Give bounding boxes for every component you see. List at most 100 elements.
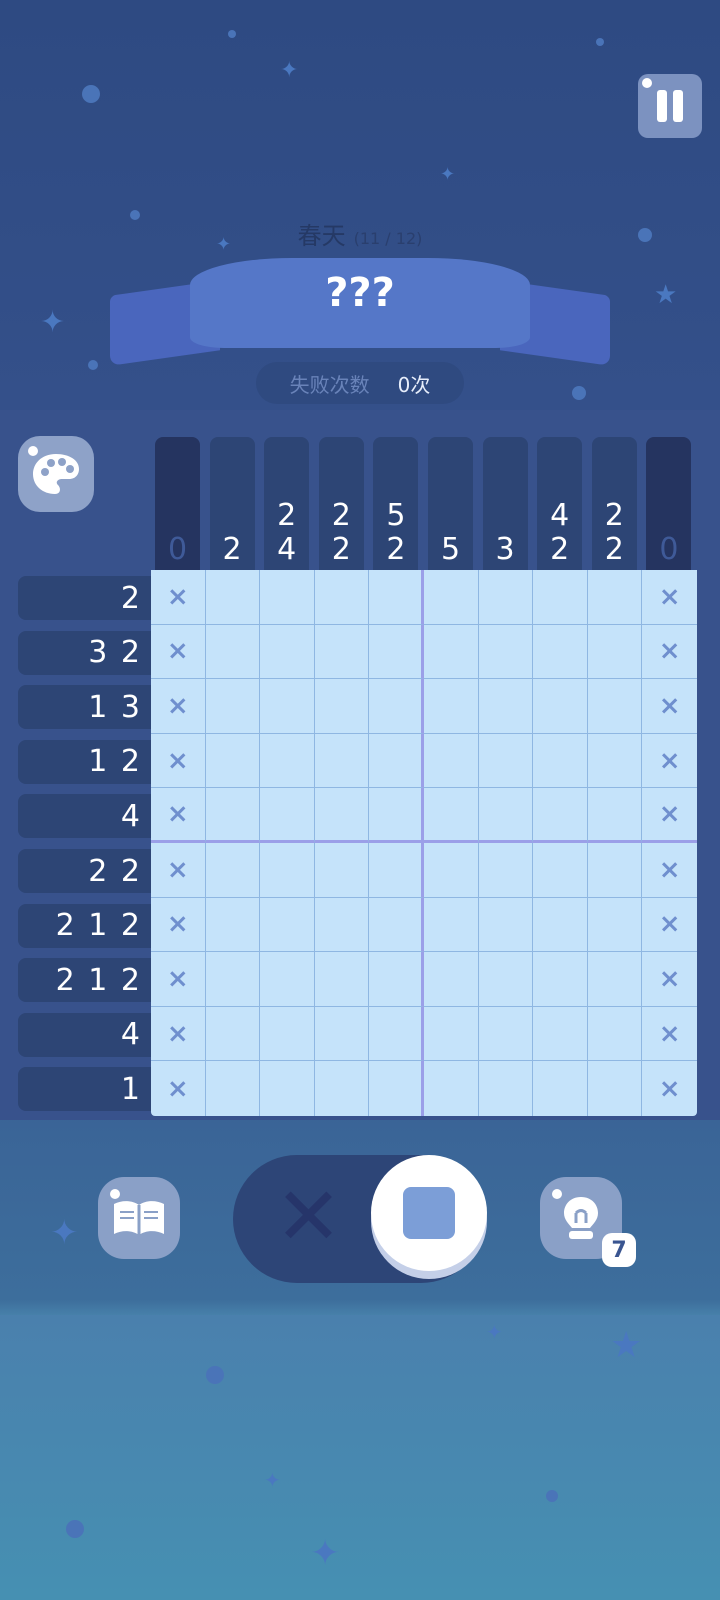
grid-cell[interactable] — [423, 733, 479, 789]
grid-cell[interactable] — [533, 788, 588, 843]
grid-cell[interactable] — [478, 842, 534, 898]
grid-cell[interactable] — [260, 624, 315, 680]
grid-cell[interactable] — [587, 1006, 643, 1062]
grid-cell[interactable] — [260, 679, 315, 734]
grid-cell[interactable] — [260, 1006, 315, 1062]
grid-cell[interactable] — [478, 679, 534, 734]
grid-cell[interactable] — [587, 624, 643, 680]
grid-cell[interactable] — [205, 952, 261, 1007]
grid-cell[interactable] — [533, 733, 588, 789]
grid-cell[interactable]: × — [151, 1061, 206, 1116]
grid-cell[interactable] — [533, 679, 588, 734]
grid-cell[interactable] — [314, 570, 370, 625]
grid-cell[interactable] — [478, 1006, 534, 1062]
grid-cell[interactable]: × — [151, 842, 206, 898]
grid-cell[interactable] — [423, 842, 479, 898]
grid-cell[interactable] — [314, 679, 370, 734]
grid-cell[interactable] — [478, 570, 534, 625]
grid-cell[interactable]: × — [642, 625, 697, 680]
grid-cell[interactable] — [206, 1061, 261, 1116]
fill-mode-knob[interactable] — [371, 1155, 487, 1271]
grid-cell[interactable]: × — [642, 1061, 697, 1116]
grid-cell[interactable] — [533, 1006, 588, 1062]
grid-cell[interactable] — [479, 1061, 534, 1116]
grid-cell[interactable]: × — [642, 843, 697, 898]
grid-cell[interactable] — [369, 788, 424, 843]
grid-cell[interactable] — [369, 679, 424, 734]
grid-cell[interactable] — [587, 897, 643, 953]
grid-cell[interactable] — [314, 733, 370, 789]
grid-cell[interactable] — [423, 897, 479, 953]
grid-cell[interactable]: × — [642, 898, 697, 953]
grid-cell[interactable] — [423, 788, 479, 843]
grid-cell[interactable] — [205, 842, 261, 898]
grid-cell[interactable] — [314, 788, 370, 843]
grid-cell[interactable]: × — [151, 788, 206, 843]
grid-cell[interactable] — [260, 897, 315, 953]
grid-cell[interactable] — [260, 733, 315, 789]
mode-toggle[interactable]: ✕ — [233, 1155, 487, 1283]
grid-cell[interactable] — [369, 624, 424, 680]
grid-cell[interactable] — [423, 570, 479, 625]
grid-cell[interactable] — [314, 1006, 370, 1062]
grid-cell[interactable]: × — [642, 734, 697, 789]
grid-cell[interactable] — [587, 679, 643, 734]
grid-cell[interactable]: × — [151, 952, 206, 1007]
palette-button[interactable] — [18, 436, 94, 512]
grid-cell[interactable] — [423, 624, 479, 680]
grid-cell[interactable] — [588, 1061, 643, 1116]
grid-cell[interactable] — [424, 1061, 479, 1116]
grid-cell[interactable]: × — [642, 1007, 697, 1062]
grid-cell[interactable]: × — [151, 897, 206, 953]
grid-cell[interactable]: × — [151, 570, 206, 625]
grid-cell[interactable]: × — [642, 788, 697, 843]
grid-cell[interactable] — [587, 788, 643, 843]
grid-cell[interactable] — [260, 842, 315, 898]
grid-cell[interactable]: × — [642, 570, 697, 625]
grid-cell[interactable]: × — [151, 733, 206, 789]
grid-cell[interactable] — [260, 788, 315, 843]
grid-cell[interactable] — [587, 842, 643, 898]
grid-cell[interactable] — [314, 624, 370, 680]
grid-cell[interactable] — [423, 679, 479, 734]
grid-cell[interactable] — [533, 624, 588, 680]
grid-cell[interactable] — [533, 897, 588, 953]
grid-cell[interactable]: × — [151, 1006, 206, 1062]
grid-cell[interactable] — [205, 679, 261, 734]
grid-cell[interactable] — [315, 1061, 370, 1116]
puzzle-grid[interactable]: × × × × × × × × × × × × × × × × × × × × — [151, 570, 697, 1116]
grid-cell[interactable] — [533, 952, 588, 1007]
grid-cell[interactable] — [478, 624, 534, 680]
grid-cell[interactable] — [478, 788, 534, 843]
guide-book-button[interactable] — [98, 1177, 180, 1259]
grid-cell[interactable] — [205, 624, 261, 680]
grid-cell[interactable] — [533, 842, 588, 898]
grid-cell[interactable] — [205, 733, 261, 789]
grid-cell[interactable] — [369, 842, 424, 898]
grid-cell[interactable] — [260, 952, 315, 1007]
grid-cell[interactable] — [205, 570, 261, 625]
grid-cell[interactable] — [478, 952, 534, 1007]
grid-cell[interactable] — [423, 1006, 479, 1062]
grid-cell[interactable] — [205, 897, 261, 953]
grid-cell[interactable] — [369, 952, 424, 1007]
cross-mode-icon[interactable]: ✕ — [275, 1177, 342, 1257]
grid-cell[interactable] — [533, 570, 588, 625]
grid-cell[interactable] — [423, 952, 479, 1007]
grid-cell[interactable] — [587, 952, 643, 1007]
grid-cell[interactable] — [478, 897, 534, 953]
grid-cell[interactable] — [369, 1006, 424, 1062]
grid-cell[interactable] — [314, 842, 370, 898]
grid-cell[interactable]: × — [151, 679, 206, 734]
grid-cell[interactable] — [478, 733, 534, 789]
grid-cell[interactable]: × — [151, 624, 206, 680]
grid-cell[interactable]: × — [642, 952, 697, 1007]
grid-cell[interactable] — [260, 570, 315, 625]
grid-cell[interactable] — [314, 897, 370, 953]
grid-cell[interactable] — [369, 1061, 424, 1116]
grid-cell[interactable] — [205, 1006, 261, 1062]
grid-cell[interactable] — [587, 570, 643, 625]
grid-cell[interactable] — [314, 952, 370, 1007]
grid-cell[interactable]: × — [642, 679, 697, 734]
grid-cell[interactable] — [369, 570, 424, 625]
